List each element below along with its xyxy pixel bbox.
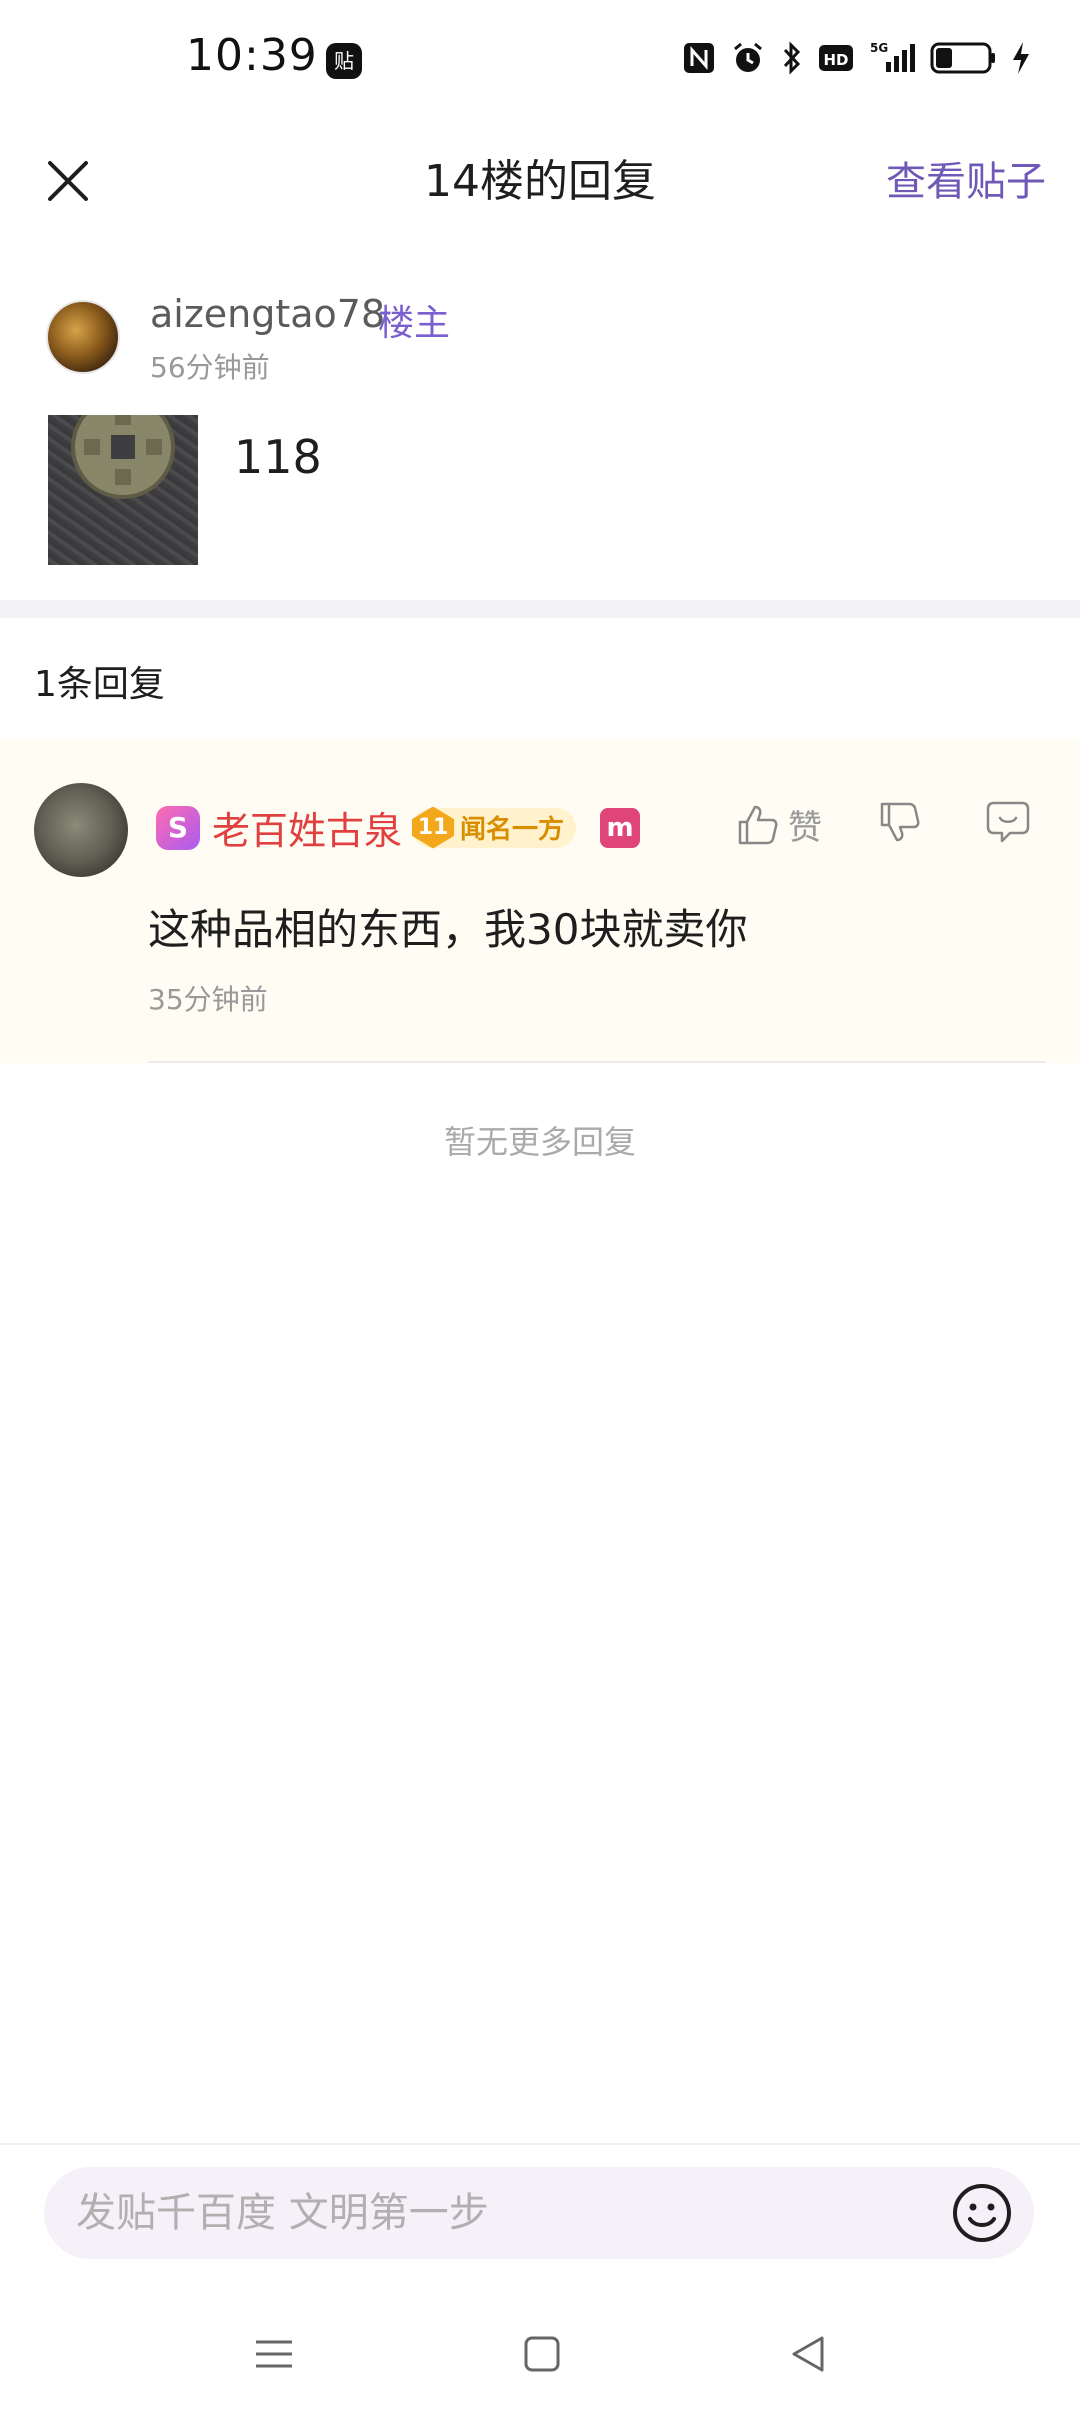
bluetooth-icon bbox=[780, 40, 804, 76]
post-image[interactable] bbox=[48, 415, 198, 565]
level-badge: 11 闻名一方 bbox=[412, 806, 577, 849]
back-button[interactable] bbox=[778, 2324, 838, 2384]
level-number: 11 bbox=[412, 806, 455, 849]
avatar[interactable] bbox=[46, 300, 120, 374]
battery-icon bbox=[930, 41, 996, 75]
status-time: 10:39 bbox=[186, 30, 318, 81]
back-triangle-icon bbox=[792, 2336, 824, 2372]
alarm-icon bbox=[730, 40, 766, 76]
5g-signal-icon: 5G bbox=[868, 40, 916, 76]
home-button[interactable] bbox=[512, 2324, 572, 2384]
bottom-divider bbox=[0, 2143, 1080, 2145]
floor-post: aizengtao78 楼主 56分钟前 118 bbox=[0, 280, 1080, 600]
coin-image bbox=[71, 415, 175, 499]
like-label: 赞 bbox=[788, 808, 822, 848]
home-square-icon bbox=[524, 2336, 560, 2372]
view-post-button[interactable]: 查看贴子 bbox=[886, 134, 1046, 230]
floor-username[interactable]: aizengtao78 bbox=[150, 292, 385, 336]
charging-icon bbox=[1010, 40, 1032, 76]
floor-content: 118 bbox=[234, 430, 322, 484]
menu-icon bbox=[256, 2340, 292, 2368]
system-nav-bar bbox=[0, 2300, 1080, 2412]
reply-count: 1条回复 bbox=[34, 664, 165, 705]
reply-author-row: S 老百姓古泉 11 闻名一方 m bbox=[156, 800, 641, 855]
nfc-icon bbox=[682, 41, 716, 75]
vip-s-badge: S bbox=[156, 805, 200, 850]
reply-divider bbox=[148, 1061, 1046, 1063]
no-more-replies: 暂无更多回复 bbox=[443, 1123, 636, 1161]
thumbs-up-icon bbox=[738, 805, 778, 844]
reply-item: S 老百姓古泉 11 闻名一方 m 赞 这种品相的东西，我30块就卖你 35分钟… bbox=[0, 738, 1080, 1063]
menu-button[interactable] bbox=[244, 2324, 304, 2384]
reply-comment-button[interactable] bbox=[984, 798, 1032, 850]
level-title: 闻名一方 bbox=[460, 815, 565, 845]
thumbs-down-icon bbox=[880, 802, 920, 842]
section-divider bbox=[0, 600, 1080, 618]
avatar[interactable] bbox=[34, 783, 128, 877]
header: 14楼的回复 查看贴子 bbox=[0, 120, 1080, 280]
hd-icon: HD bbox=[818, 43, 854, 73]
status-bar: 10:39 贴 HD 5G bbox=[0, 0, 1080, 120]
status-icons: HD 5G bbox=[682, 40, 1032, 76]
member-m-badge: m bbox=[600, 807, 641, 848]
reply-time: 35分钟前 bbox=[148, 983, 268, 1016]
svg-text:HD: HD bbox=[823, 51, 848, 69]
floor-time: 56分钟前 bbox=[150, 351, 270, 384]
dislike-button[interactable] bbox=[878, 800, 922, 848]
reply-input-placeholder: 发贴千百度 文明第一步 bbox=[76, 2190, 489, 2236]
emoji-icon bbox=[953, 2184, 1011, 2242]
tieba-notification-icon: 贴 bbox=[326, 43, 362, 79]
comment-icon bbox=[986, 801, 1030, 843]
reply-text: 这种品相的东西，我30块就卖你 bbox=[148, 905, 748, 954]
op-badge: 楼主 bbox=[378, 303, 451, 344]
reply-username[interactable]: 老百姓古泉 bbox=[212, 800, 402, 855]
reply-input[interactable]: 发贴千百度 文明第一步 bbox=[44, 2167, 1034, 2259]
like-button[interactable]: 赞 bbox=[736, 800, 822, 849]
svg-text:5G: 5G bbox=[870, 41, 888, 55]
emoji-button[interactable] bbox=[950, 2181, 1014, 2245]
